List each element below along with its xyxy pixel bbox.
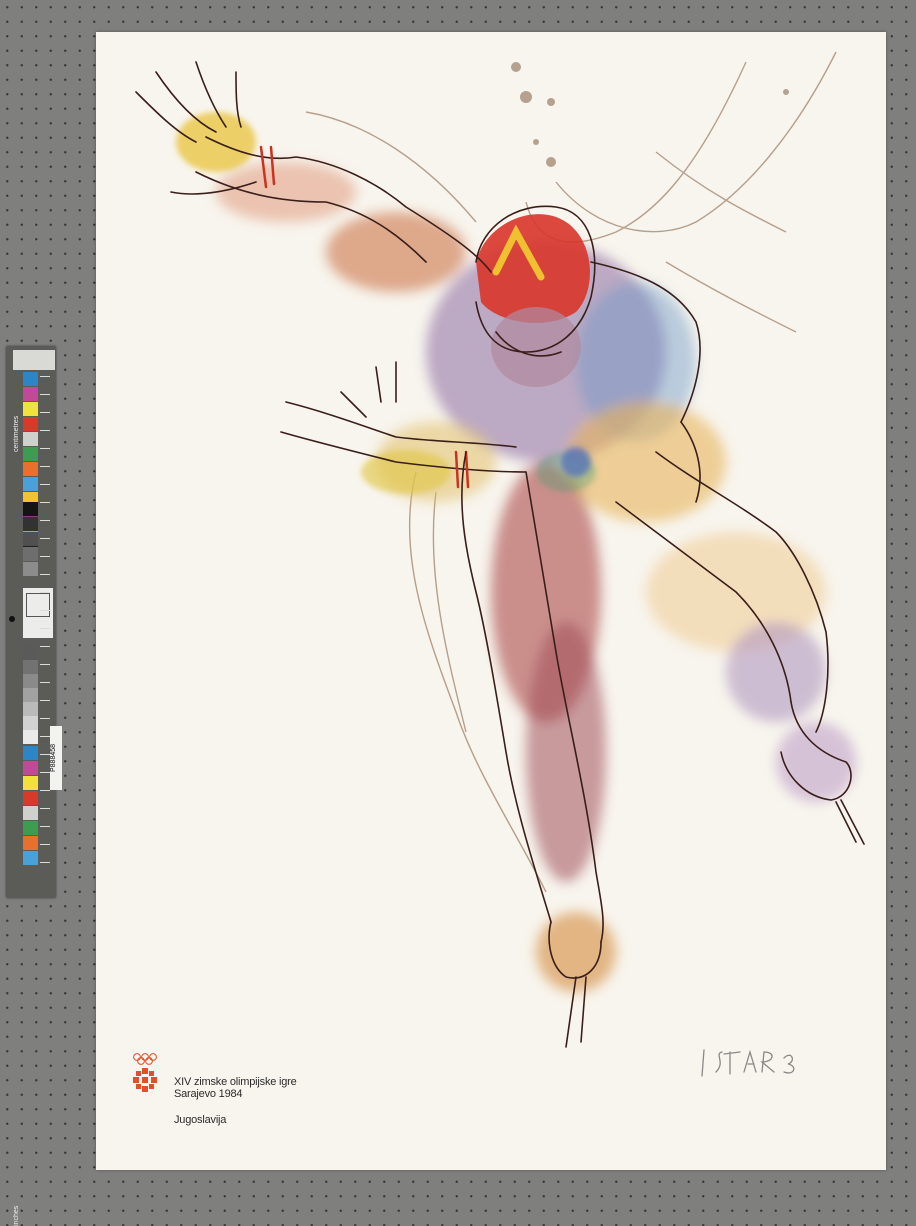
- scale-tick: [40, 682, 50, 683]
- gray-swatch: [23, 674, 38, 688]
- calibration-swatch: [23, 791, 38, 805]
- calibration-swatch: [23, 387, 38, 401]
- scale-tick: [40, 574, 50, 575]
- skater-illustration: [135, 51, 865, 1048]
- gray-swatch: [23, 730, 38, 744]
- target-header: [13, 350, 55, 370]
- poster-caption: XIV zimske olimpijske igre Sarajevo 1984…: [174, 1076, 297, 1126]
- calibration-swatch: [23, 776, 38, 790]
- scale-tick: [40, 862, 50, 863]
- target-id-tag: P888458: [50, 726, 62, 790]
- poster: XIV zimske olimpijske igre Sarajevo 1984…: [96, 32, 886, 1170]
- calibration-swatch: [23, 477, 38, 491]
- gray-swatch: [23, 660, 38, 674]
- scale-tick: [40, 790, 50, 791]
- calibration-swatch: [23, 851, 38, 865]
- scale-tick: [40, 412, 50, 413]
- calibration-swatch: [23, 447, 38, 461]
- scale-tick: [40, 664, 50, 665]
- scale-tick: [40, 610, 50, 611]
- scale-tick: [40, 826, 50, 827]
- scale-tick: [40, 592, 50, 593]
- scale-tick: [40, 376, 50, 377]
- target-brand-label: centimetres: [13, 415, 20, 452]
- calibration-swatch: [23, 462, 38, 476]
- gray-swatch: [23, 517, 38, 531]
- event-line: XIV zimske olimpijske igre: [174, 1076, 297, 1088]
- gray-swatch: [23, 688, 38, 702]
- scale-tick: [40, 484, 50, 485]
- gray-swatch: [23, 562, 38, 576]
- scale-tick: [40, 754, 50, 755]
- scale-tick: [40, 520, 50, 521]
- calibration-swatch: [23, 417, 38, 431]
- scale-tick: [40, 844, 50, 845]
- scale-tick: [40, 700, 50, 701]
- scale-tick: [40, 628, 50, 629]
- scale-tick: [40, 538, 50, 539]
- calibration-swatch: [23, 806, 38, 820]
- gray-swatch: [23, 646, 38, 660]
- target-lower-label: inches: [13, 1205, 20, 1226]
- scale-tick: [40, 646, 50, 647]
- calibration-swatch: [23, 836, 38, 850]
- artist-signature: [701, 1049, 795, 1077]
- city-year: Sarajevo 1984: [174, 1088, 243, 1100]
- scale-tick: [40, 448, 50, 449]
- scale-tick: [40, 736, 50, 737]
- target-mid-card: [23, 588, 53, 638]
- scale-tick: [40, 430, 50, 431]
- scale-tick: [40, 502, 50, 503]
- calibration-swatch: [23, 761, 38, 775]
- olympic-emblem: [133, 1053, 157, 1092]
- color-calibration-target: centimetres P888458 inches: [6, 346, 62, 1226]
- gray-swatch: [23, 532, 38, 546]
- scale-tick: [40, 466, 50, 467]
- country-line: Jugoslavija: [174, 1114, 227, 1126]
- scale-tick: [40, 808, 50, 809]
- calibration-swatch: [23, 402, 38, 416]
- calibration-swatch: [23, 821, 38, 835]
- gray-swatch: [23, 716, 38, 730]
- gray-swatch: [23, 547, 38, 561]
- scale-tick: [40, 394, 50, 395]
- scale-tick: [40, 556, 50, 557]
- gray-swatch: [23, 502, 38, 516]
- calibration-swatch: [23, 746, 38, 760]
- scale-tick: [40, 772, 50, 773]
- calibration-swatch: [23, 372, 38, 386]
- gray-swatch: [23, 702, 38, 716]
- target-registration-dot: [9, 616, 15, 622]
- scale-tick: [40, 718, 50, 719]
- calibration-swatch: [23, 432, 38, 446]
